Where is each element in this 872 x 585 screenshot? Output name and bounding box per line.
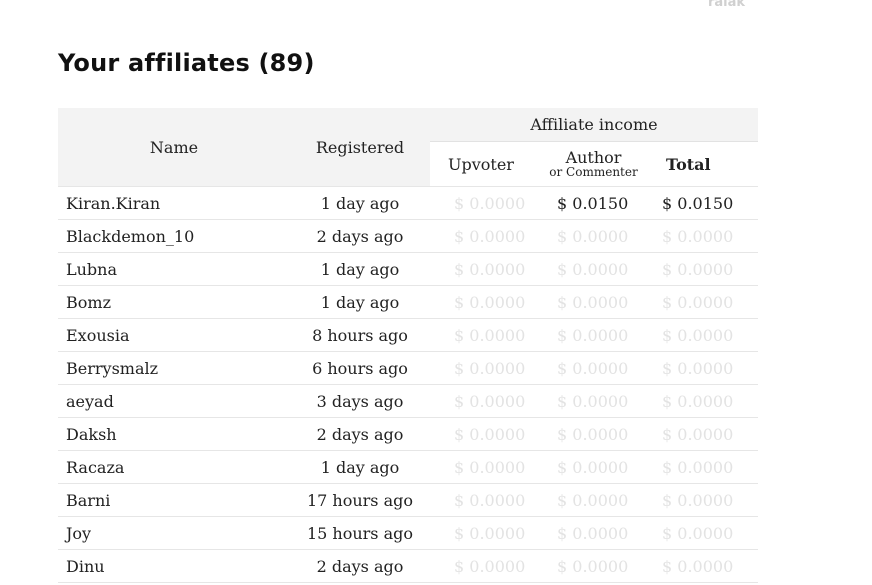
table-row: Kiran.Kiran 1 day ago $ 0.0000 $ 0.0150 $ 0.… — [58, 186, 758, 220]
table-row: Racaza 1 day ago $ 0.0000 $ 0.0000 $ 0.0000 — [58, 450, 758, 484]
affiliate-name: Dinu — [58, 549, 290, 583]
affiliate-name: Bomz — [58, 285, 290, 319]
affiliate-name: aeyad — [58, 384, 290, 418]
upvoter-income: $ 0.0000 — [430, 285, 533, 319]
upvoter-income: $ 0.0000 — [430, 219, 533, 253]
table-row: Joy 15 hours ago $ 0.0000 $ 0.0000 $ 0.0000 — [58, 516, 758, 550]
author-income: $ 0.0000 — [533, 351, 654, 385]
table-row: Lubna 1 day ago $ 0.0000 $ 0.0000 $ 0.0000 — [58, 252, 758, 286]
affiliates-table: Name Registered Affiliate income Upvoter… — [58, 108, 758, 583]
author-income: $ 0.0000 — [533, 549, 654, 583]
table-row: Dinu 2 days ago $ 0.0000 $ 0.0000 $ 0.0000 — [58, 549, 758, 583]
column-header-author-sublabel: or Commenter — [549, 165, 638, 179]
upvoter-income: $ 0.0000 — [430, 483, 533, 517]
affiliate-name: Blackdemon_10 — [58, 219, 290, 253]
registered-time: 8 hours ago — [290, 318, 430, 352]
table-row: aeyad 3 days ago $ 0.0000 $ 0.0000 $ 0.0000 — [58, 384, 758, 418]
page-title: Your affiliates (89) — [58, 49, 315, 77]
affiliate-name: Berrysmalz — [58, 351, 290, 385]
registered-time: 1 day ago — [290, 285, 430, 319]
upvoter-income: $ 0.0000 — [430, 417, 533, 451]
upvoter-income: $ 0.0000 — [430, 351, 533, 385]
total-income: $ 0.0000 — [654, 219, 758, 253]
upvoter-income: $ 0.0000 — [430, 516, 533, 550]
author-income: $ 0.0000 — [533, 450, 654, 484]
registered-time: 2 days ago — [290, 219, 430, 253]
table-row: Barni 17 hours ago $ 0.0000 $ 0.0000 $ 0.000… — [58, 483, 758, 517]
table-header: Name Registered Affiliate income Upvoter… — [58, 108, 758, 187]
upvoter-income: $ 0.0000 — [430, 450, 533, 484]
affiliate-name: Kiran.Kiran — [58, 186, 290, 220]
total-income: $ 0.0000 — [654, 285, 758, 319]
table-row: Blackdemon_10 2 days ago $ 0.0000 $ 0.0000 $… — [58, 219, 758, 253]
total-income: $ 0.0000 — [654, 384, 758, 418]
column-header-author[interactable]: Author or Commenter — [533, 141, 654, 187]
author-income: $ 0.0000 — [533, 384, 654, 418]
affiliate-name: Joy — [58, 516, 290, 550]
total-income: $ 0.0000 — [654, 549, 758, 583]
upvoter-income: $ 0.0000 — [430, 318, 533, 352]
upvoter-income: $ 0.0000 — [430, 186, 533, 220]
total-income: $ 0.0000 — [654, 318, 758, 352]
upvoter-income: $ 0.0000 — [430, 549, 533, 583]
affiliate-name: Daksh — [58, 417, 290, 451]
column-header-affiliate-income: Affiliate income — [430, 108, 758, 142]
author-income: $ 0.0000 — [533, 318, 654, 352]
affiliate-name: Barni — [58, 483, 290, 517]
author-income: $ 0.0000 — [533, 516, 654, 550]
registered-time: 3 days ago — [290, 384, 430, 418]
registered-time: 6 hours ago — [290, 351, 430, 385]
registered-time: 2 days ago — [290, 549, 430, 583]
registered-time: 15 hours ago — [290, 516, 430, 550]
registered-time: 1 day ago — [290, 450, 430, 484]
affiliate-name: Racaza — [58, 450, 290, 484]
total-income: $ 0.0000 — [654, 483, 758, 517]
column-header-registered[interactable]: Registered — [290, 108, 430, 187]
column-header-author-label: Author — [565, 148, 622, 167]
affiliate-name: Lubna — [58, 252, 290, 286]
column-header-total[interactable]: Total — [654, 141, 758, 187]
table-row: Exousia 8 hours ago $ 0.0000 $ 0.0000 $ 0.00… — [58, 318, 758, 352]
author-income: $ 0.0000 — [533, 252, 654, 286]
registered-time: 17 hours ago — [290, 483, 430, 517]
registered-time: 1 day ago — [290, 252, 430, 286]
table-body: Kiran.Kiran 1 day ago $ 0.0000 $ 0.0150 $ 0.… — [58, 186, 758, 583]
author-income: $ 0.0000 — [533, 219, 654, 253]
total-income: $ 0.0000 — [654, 516, 758, 550]
upvoter-income: $ 0.0000 — [430, 252, 533, 286]
table-row: Bomz 1 day ago $ 0.0000 $ 0.0000 $ 0.0000 — [58, 285, 758, 319]
author-income: $ 0.0150 — [533, 186, 654, 220]
faded-top-text: ralak — [708, 0, 746, 10]
author-income: $ 0.0000 — [533, 285, 654, 319]
registered-time: 1 day ago — [290, 186, 430, 220]
total-income: $ 0.0150 — [654, 186, 758, 220]
author-income: $ 0.0000 — [533, 483, 654, 517]
affiliates-table-container: Name Registered Affiliate income Upvoter… — [58, 108, 758, 583]
column-header-name[interactable]: Name — [58, 108, 290, 187]
column-header-upvoter[interactable]: Upvoter — [430, 141, 533, 187]
upvoter-income: $ 0.0000 — [430, 384, 533, 418]
table-row: Daksh 2 days ago $ 0.0000 $ 0.0000 $ 0.0000 — [58, 417, 758, 451]
total-income: $ 0.0000 — [654, 417, 758, 451]
author-income: $ 0.0000 — [533, 417, 654, 451]
table-row: Berrysmalz 6 hours ago $ 0.0000 $ 0.0000 $ 0… — [58, 351, 758, 385]
total-income: $ 0.0000 — [654, 351, 758, 385]
total-income: $ 0.0000 — [654, 450, 758, 484]
registered-time: 2 days ago — [290, 417, 430, 451]
affiliate-name: Exousia — [58, 318, 290, 352]
total-income: $ 0.0000 — [654, 252, 758, 286]
